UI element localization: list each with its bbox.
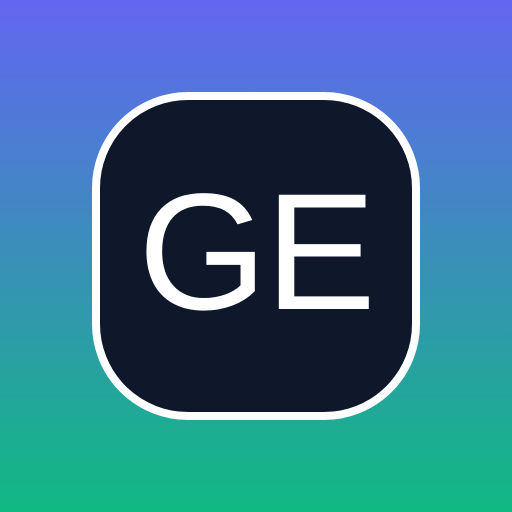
logo-initials: GE xyxy=(138,160,376,345)
logo-badge: GE xyxy=(92,92,420,420)
app-icon-canvas: GE xyxy=(0,0,512,512)
